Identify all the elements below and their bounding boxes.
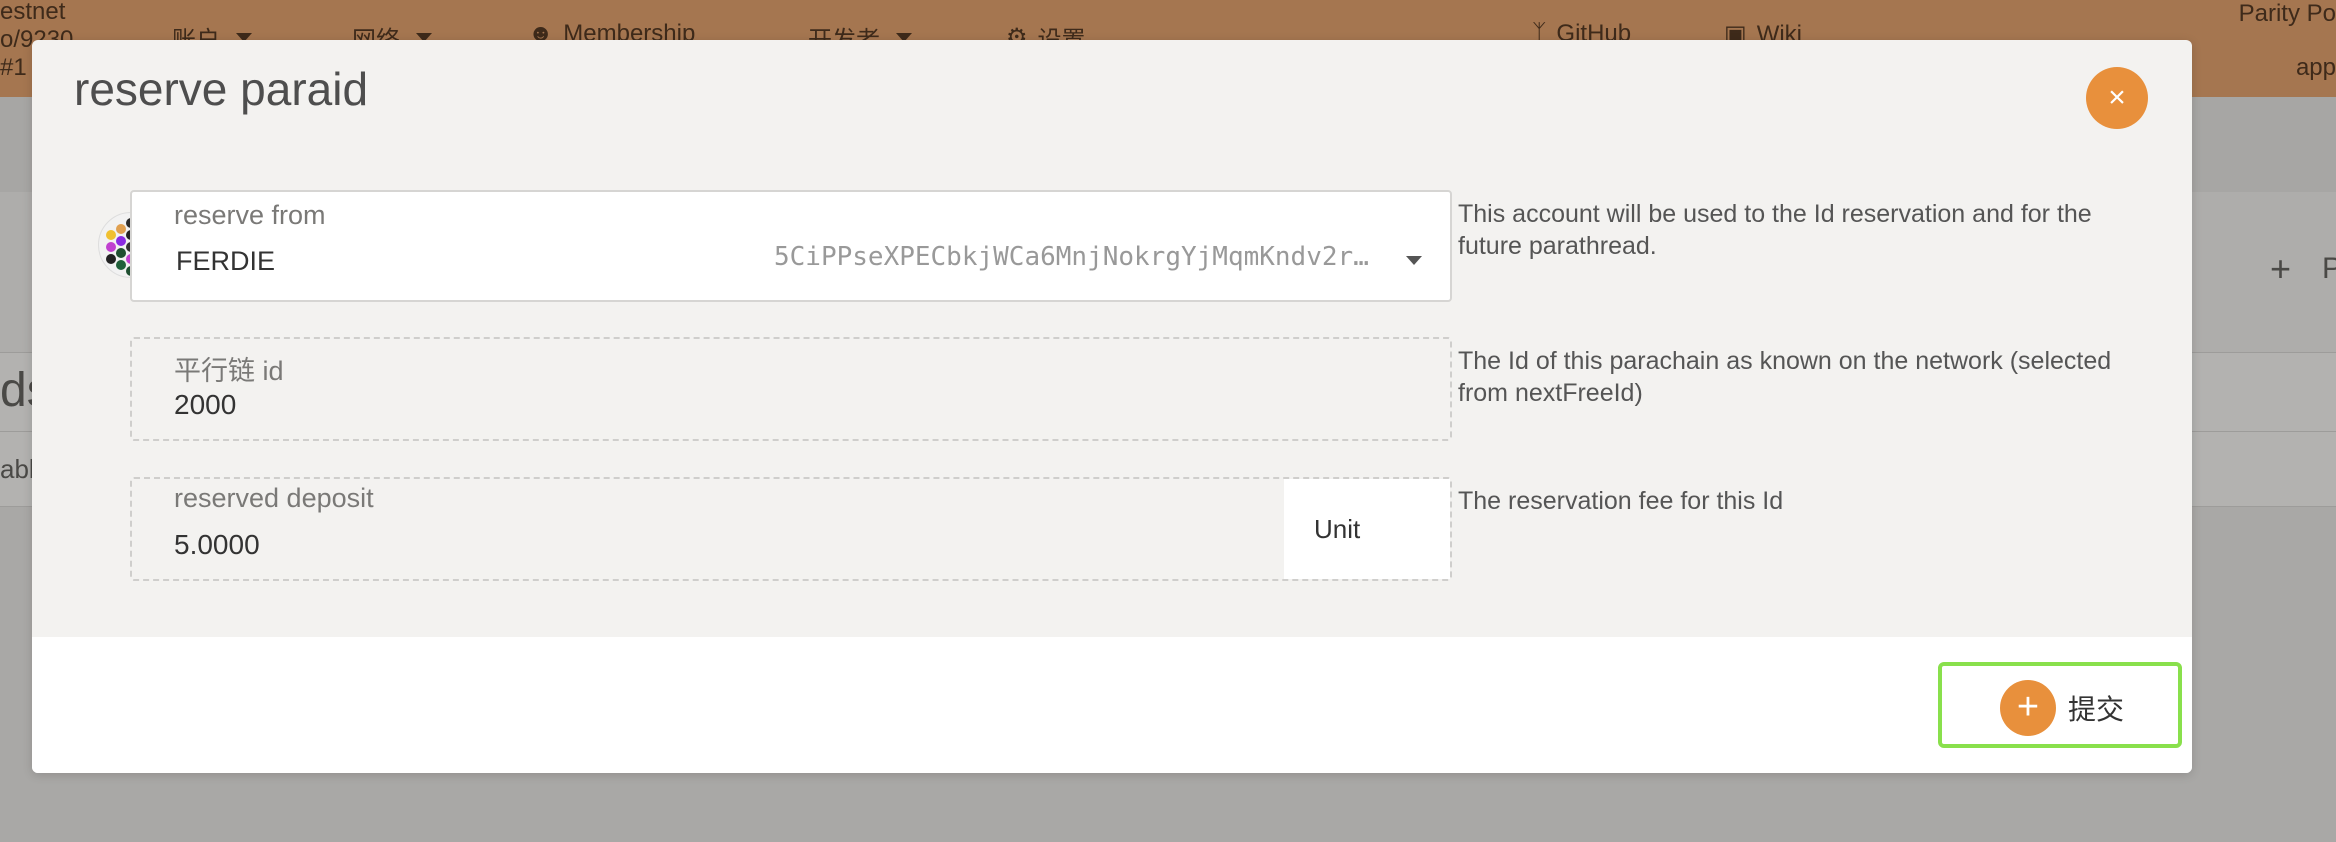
submit-button[interactable]: + 提交 <box>2000 680 2124 736</box>
unit-label: Unit <box>1284 479 1450 579</box>
reserved-deposit-field: reserved deposit 5.0000 Unit <box>130 477 1452 581</box>
reserve-from-dropdown[interactable]: reserve from FERDIE 5CiPPseXPECbkjWCa6Mn… <box>130 190 1452 302</box>
modal-footer <box>32 637 2192 773</box>
node-app: app <box>2295 54 2336 81</box>
submit-button-focus-ring: + 提交 <box>1938 662 2182 748</box>
close-button[interactable]: × <box>2086 67 2148 129</box>
modal-title: reserve paraid <box>74 63 369 115</box>
chain-name: estnet <box>0 0 66 25</box>
chevron-down-icon <box>1406 256 1422 265</box>
bg-table-text: abl <box>0 454 35 484</box>
reserve-from-help: This account will be used to the Id rese… <box>1458 200 2092 260</box>
node-name: Parity Po <box>2238 0 2336 27</box>
reserved-deposit-value: 5.0000 <box>174 529 260 560</box>
bg-plus-icon: + <box>2270 248 2292 289</box>
para-id-help: The Id of this parachain as known on the… <box>1458 347 2112 407</box>
para-id-value: 2000 <box>174 389 237 420</box>
reserved-deposit-help: The reservation fee for this Id <box>1458 487 1784 515</box>
account-address: 5CiPPseXPECbkjWCa6MnjNokrgYjMqmKndv2rSWq… <box>774 242 1384 272</box>
reserved-deposit-label: reserved deposit <box>174 483 374 513</box>
account-name: FERDIE <box>176 246 276 276</box>
para-id-field: 平行链 id 2000 <box>130 337 1452 441</box>
para-id-label: 平行链 id <box>174 356 284 386</box>
plus-icon: + <box>2000 680 2056 736</box>
submit-label: 提交 <box>2068 694 2125 725</box>
reserve-paraid-modal: reserve paraid × reserve from FERDIE 5Ci… <box>32 40 2192 773</box>
reserve-from-label: reserve from <box>174 200 326 230</box>
close-icon: × <box>2108 81 2126 114</box>
bg-button-label: P <box>2322 252 2336 285</box>
